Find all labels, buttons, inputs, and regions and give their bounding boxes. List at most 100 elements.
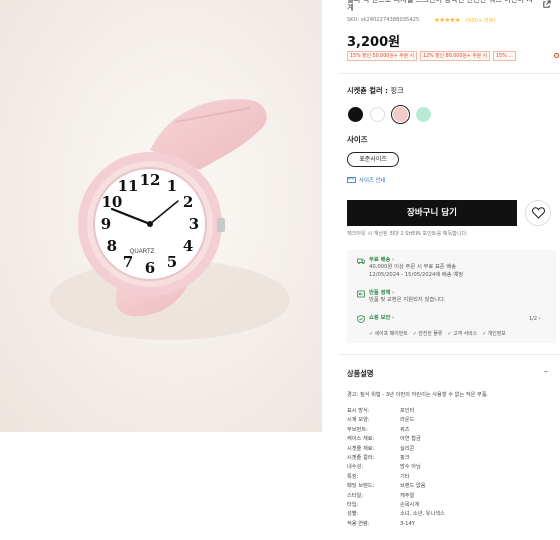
spec-key: 내수성: bbox=[347, 464, 364, 471]
spec-key: 적용 연령: bbox=[347, 520, 370, 527]
spec-key: 스타일: bbox=[347, 492, 364, 499]
watch-photo: 12 12 3 45678 9 1011 QUARTZ bbox=[0, 0, 322, 432]
watch-numeral: 10 bbox=[101, 193, 122, 211]
spec-value: 브랜드 없음 bbox=[400, 483, 426, 490]
product-title: 젤리 색 밴드로 디지털 스크린이 장착된 간단한 쿼츠 어린이 시계 bbox=[347, 0, 533, 13]
return-title: 반품 정책 bbox=[369, 290, 391, 296]
color-swatch-pink[interactable] bbox=[390, 104, 411, 125]
spec-value: 기타 bbox=[400, 473, 410, 480]
watch-numeral: 7 bbox=[123, 253, 133, 271]
spec-key: 시곗줄 컬러: bbox=[347, 455, 375, 462]
choking-warning: 경고: 질식 위험 - 3년 이먼의 어린이는 사용할 수 없는 작은 부품. bbox=[347, 392, 489, 398]
free-shipping-line1: 40,000원 이상 주문 시 무료 표준 배송 bbox=[369, 264, 457, 271]
color-label-text: 시켓쵿 컬러 bbox=[347, 86, 383, 95]
collapse-icon[interactable]: – bbox=[544, 367, 548, 376]
product-image[interactable]: 12 1 2 3 4 5 6 7 8 9 10 11 QUARTZ bbox=[0, 0, 322, 432]
spec-row: 적용 연령: 3-14Y bbox=[347, 520, 497, 529]
coupon-list: 15% 할인 50,000원+ 주문 시 12% 할인 80,000원+ 주문 … bbox=[347, 51, 560, 61]
divider bbox=[338, 73, 560, 74]
reviews-link[interactable]: (500+ 리뷰) bbox=[466, 17, 496, 24]
spec-row: 표시 방식: 포인터 bbox=[347, 407, 497, 416]
size-guide-link[interactable]: 사이즈 안내 bbox=[347, 176, 386, 184]
watch-numeral: 3 bbox=[189, 215, 199, 233]
info-icon: › bbox=[392, 315, 395, 321]
spec-table: 표시 방식: 포인터시계 모양: 라운드무브먼트: 쿼츠 케이스 재료: 아연 합금시곗줄… bbox=[347, 407, 497, 529]
divider bbox=[338, 354, 560, 355]
color-swatch-mint[interactable] bbox=[416, 107, 431, 122]
color-swatch-black[interactable] bbox=[348, 107, 363, 122]
coupon-badge[interactable]: 12% 할인 80,000원+ 주문 시 bbox=[420, 51, 491, 61]
watch-numeral: 2 bbox=[183, 193, 193, 211]
free-shipping-info[interactable]: 무료 배송 › 40,000원 이상 주문 시 무료 표준 배송 12/05/2… bbox=[357, 257, 463, 279]
rating-stars: ★★★★★ bbox=[434, 16, 461, 24]
ruler-icon bbox=[347, 177, 356, 183]
spec-row: 스타일: 캐주얼 bbox=[347, 492, 497, 501]
return-box-icon bbox=[357, 290, 365, 298]
security-chip: ✓ 세이프 페이먼트 bbox=[369, 331, 408, 337]
pager-text: 1/2 bbox=[529, 316, 538, 322]
spec-value: 3-14Y bbox=[400, 520, 415, 527]
spec-value: 실리콘 bbox=[400, 445, 415, 452]
spec-key: 시곗줄 재료: bbox=[347, 445, 375, 452]
info-icon: › bbox=[392, 290, 395, 296]
coupon-more-icon[interactable]: › bbox=[554, 53, 559, 58]
spec-value: 포인터 bbox=[400, 408, 415, 414]
color-label: 시켓쵿 컬러 : 핑크 bbox=[347, 86, 404, 95]
spec-key: 성별: bbox=[347, 511, 359, 518]
spec-value: 아연 합금 bbox=[400, 436, 421, 443]
description-title[interactable]: 상품설명 bbox=[347, 369, 373, 379]
spec-key: 시계 모양: bbox=[347, 417, 370, 424]
points-note: 체크아웃 시 계산된 최대 2 SHEIN 포인트를 획득합니다. bbox=[347, 231, 468, 237]
color-swatch-white[interactable] bbox=[370, 107, 385, 122]
watch-numeral: 11 bbox=[118, 177, 139, 195]
color-value: 핑크 bbox=[390, 86, 404, 95]
spec-row: 무브먼트: 쿼츠 bbox=[347, 426, 497, 435]
add-to-cart-button[interactable]: 장바구니 담기 bbox=[347, 200, 517, 226]
spec-value: 라운드 bbox=[400, 417, 415, 424]
info-icon: › bbox=[392, 257, 395, 263]
spec-row: 타입: 손목시계 bbox=[347, 501, 497, 510]
security-chip: ✓ 안전한 물류 bbox=[412, 331, 443, 337]
shopping-security-info[interactable]: 쇼핑 보안 › bbox=[357, 315, 395, 323]
coupon-badge[interactable]: 15% ... bbox=[493, 51, 516, 61]
spec-value: 손목시계 bbox=[400, 502, 420, 509]
return-policy-info[interactable]: 반품 정책 › 반품 및 교환은 지원되지 않습니다. bbox=[357, 290, 446, 305]
spec-value: 캐주얼 bbox=[400, 492, 415, 499]
spec-row: 내수성: 방수 아님 bbox=[347, 463, 497, 472]
spec-value: 방수 아님 bbox=[400, 464, 421, 471]
service-box: 무료 배송 › 40,000원 이상 주문 시 무료 표준 배송 12/05/2… bbox=[347, 250, 556, 343]
spec-value: 핑크 bbox=[400, 455, 410, 462]
product-price: 3,200원 bbox=[347, 35, 401, 50]
share-icon[interactable] bbox=[542, 0, 551, 9]
size-guide-label: 사이즈 안내 bbox=[359, 178, 386, 184]
product-detail-panel: 젤리 색 밴드로 디지털 스크린이 장착된 간단한 쿼츠 어린이 시계 SKU:… bbox=[338, 0, 560, 540]
spec-row: 패딩 브랜드: 브랜드 없음 bbox=[347, 482, 497, 491]
spec-row: 시계 모양: 라운드 bbox=[347, 416, 497, 425]
size-label: 사이즈 bbox=[347, 135, 368, 144]
wishlist-button[interactable] bbox=[525, 200, 551, 226]
security-chips: ✓ 세이프 페이먼트 ✓ 안전한 물류 ✓ 고객 서비스 ✓ 개인정보 bbox=[369, 330, 506, 337]
watch-brand-text: QUARTZ bbox=[130, 249, 155, 255]
security-chip: ✓ 개인정보 bbox=[482, 331, 506, 337]
size-option-button[interactable]: 표준사이즈 bbox=[347, 152, 399, 167]
watch-numeral: 8 bbox=[107, 237, 117, 255]
spec-key: 케이스 재료: bbox=[347, 436, 375, 443]
spec-key: 표시 방식: bbox=[347, 408, 370, 414]
return-line: 반품 및 교환은 지원되지 않습니다. bbox=[369, 297, 446, 304]
service-pager[interactable]: 1/2 › bbox=[529, 316, 541, 322]
shield-check-icon bbox=[357, 315, 365, 323]
truck-icon bbox=[357, 258, 365, 265]
spec-key: 특징: bbox=[347, 473, 359, 480]
security-title: 쇼핑 보안 bbox=[369, 315, 391, 321]
spec-row: 케이스 재료: 아연 합금 bbox=[347, 435, 497, 444]
watch-numeral: 1 bbox=[167, 177, 177, 195]
free-shipping-title: 무료 배송 bbox=[369, 257, 391, 263]
spec-value: 쿼츠 bbox=[400, 426, 410, 433]
product-sku: SKU: sk2402274388035425 bbox=[347, 17, 420, 23]
heart-icon bbox=[531, 207, 545, 219]
coupon-badge[interactable]: 15% 할인 50,000원+ 주문 시 bbox=[347, 51, 418, 61]
spec-row: 시곗줄 재료: 실리콘 bbox=[347, 445, 497, 454]
watch-numeral: 5 bbox=[167, 253, 177, 271]
watch-numeral: 9 bbox=[101, 215, 111, 233]
spec-row: 시곗줄 컬러: 핑크 bbox=[347, 454, 497, 463]
